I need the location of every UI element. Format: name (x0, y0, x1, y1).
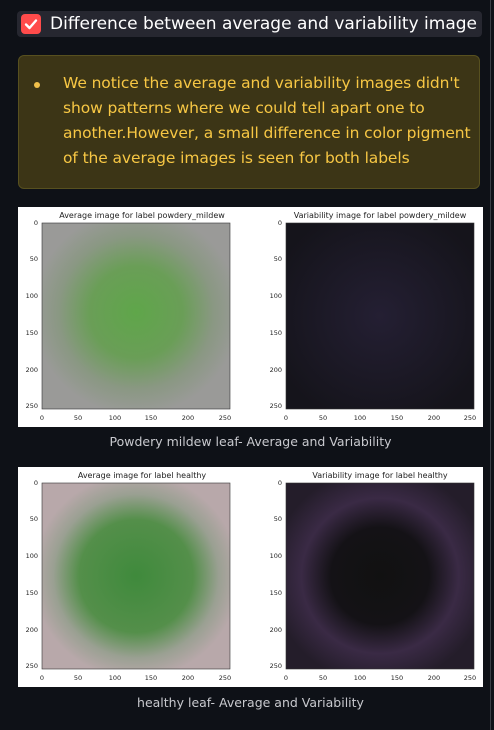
x-tick: 0 (40, 414, 44, 422)
y-tick: 50 (274, 515, 282, 523)
x-tick: 250 (219, 674, 231, 682)
x-tick: 150 (391, 674, 403, 682)
y-tick: 150 (270, 329, 282, 337)
checkbox-checked[interactable] (21, 14, 41, 34)
average-image (41, 482, 231, 670)
y-tick: 250 (270, 662, 282, 670)
check-icon (24, 19, 38, 30)
x-tick: 50 (319, 674, 327, 682)
figure-powdery-mildew: Average image for label powdery_mildew 0… (18, 207, 483, 427)
x-tick: 150 (145, 414, 157, 422)
y-tick: 100 (270, 292, 282, 300)
x-tick: 200 (428, 414, 440, 422)
figure-healthy: Average image for label healthy 0 50 100… (18, 467, 483, 687)
x-tick: 100 (109, 414, 121, 422)
x-tick: 100 (354, 414, 366, 422)
y-tick: 250 (26, 402, 38, 410)
right-panel-title: Variability image for label powdery_mild… (294, 211, 467, 220)
y-tick: 200 (26, 366, 38, 374)
y-tick: 200 (270, 366, 282, 374)
x-tick: 50 (74, 414, 82, 422)
y-tick: 50 (30, 255, 38, 263)
y-tick: 0 (278, 479, 282, 487)
y-tick: 0 (34, 479, 38, 487)
x-tick: 200 (182, 674, 194, 682)
scrollbar-track[interactable] (490, 0, 491, 730)
expander-title: Difference between average and variabili… (50, 14, 477, 34)
x-tick: 0 (40, 674, 44, 682)
x-tick: 0 (284, 674, 288, 682)
y-tick: 100 (26, 292, 38, 300)
y-tick: 200 (270, 626, 282, 634)
average-image (41, 222, 231, 410)
left-panel-title: Average image for label healthy (78, 471, 207, 480)
x-tick: 200 (428, 674, 440, 682)
y-tick: 250 (26, 662, 38, 670)
y-tick: 0 (34, 219, 38, 227)
y-tick: 50 (30, 515, 38, 523)
figure-caption: Powdery mildew leaf- Average and Variabi… (109, 434, 392, 449)
x-tick: 200 (182, 414, 194, 422)
y-tick: 100 (26, 552, 38, 560)
x-tick: 250 (464, 674, 476, 682)
left-panel-title: Average image for label powdery_mildew (59, 211, 225, 220)
variability-image (285, 222, 475, 410)
y-tick: 50 (274, 255, 282, 263)
figure-caption: healthy leaf- Average and Variability (137, 695, 364, 710)
y-tick: 100 (270, 552, 282, 560)
x-tick: 250 (219, 414, 231, 422)
y-tick: 150 (26, 329, 38, 337)
x-tick: 50 (319, 414, 327, 422)
right-panel-title: Variability image for label healthy (312, 471, 448, 480)
y-tick: 150 (270, 589, 282, 597)
x-tick: 150 (145, 674, 157, 682)
variability-image (285, 482, 475, 670)
expander-header[interactable]: Difference between average and variabili… (17, 11, 482, 37)
info-alert: We notice the average and variability im… (18, 55, 480, 189)
y-tick: 0 (278, 219, 282, 227)
y-tick: 200 (26, 626, 38, 634)
x-tick: 100 (354, 674, 366, 682)
x-tick: 50 (74, 674, 82, 682)
y-tick: 250 (270, 402, 282, 410)
alert-text: We notice the average and variability im… (63, 74, 471, 167)
x-tick: 0 (284, 414, 288, 422)
x-tick: 100 (109, 674, 121, 682)
bullet-icon (34, 82, 40, 88)
y-tick: 150 (26, 589, 38, 597)
x-tick: 150 (391, 414, 403, 422)
x-tick: 250 (464, 414, 476, 422)
app-frame: Difference between average and variabili… (0, 0, 494, 730)
